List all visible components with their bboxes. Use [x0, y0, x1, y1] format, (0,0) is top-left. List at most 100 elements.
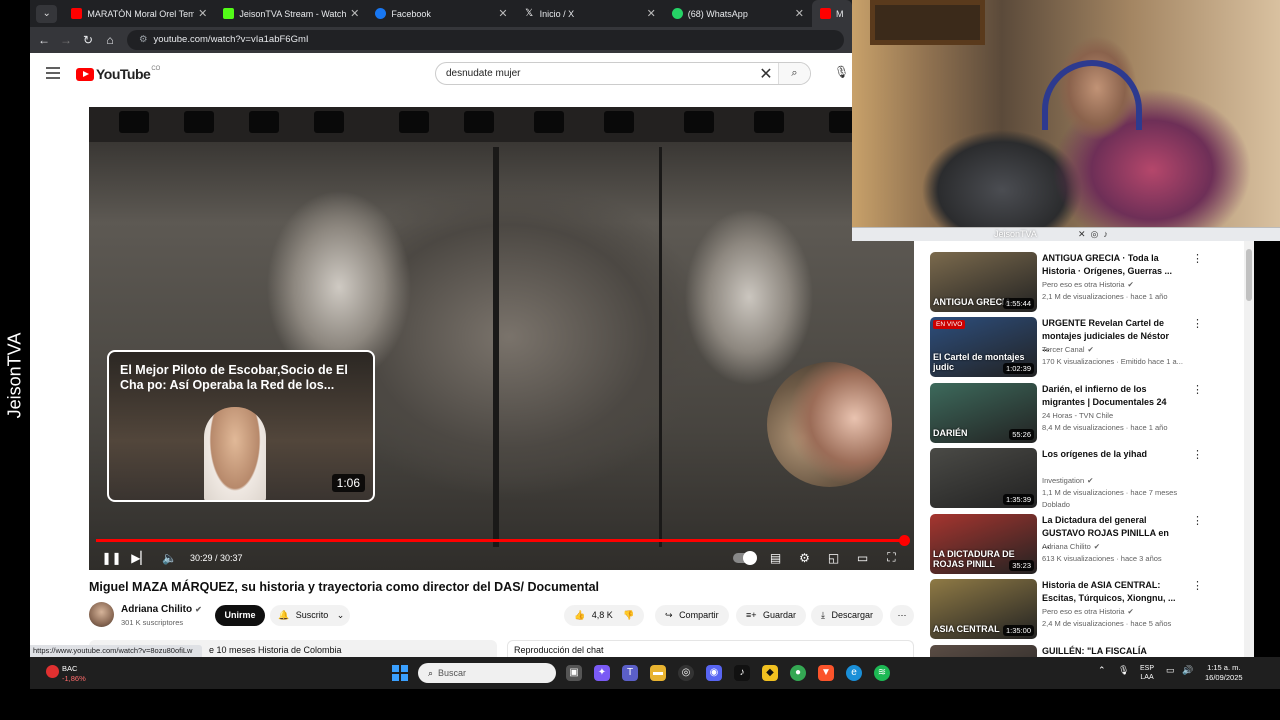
copilot-icon[interactable]: ✦: [594, 665, 610, 681]
system-clock[interactable]: 1:15 a. m. 16/09/2025: [1205, 663, 1243, 683]
brave-icon[interactable]: ▼: [818, 665, 834, 681]
channel-name[interactable]: Investigation: [1042, 476, 1084, 485]
share-button[interactable]: ↪ Compartir: [655, 605, 729, 626]
search-input[interactable]: desnudate mujer: [436, 68, 754, 79]
settings-gear-icon[interactable]: ⚙: [790, 551, 819, 565]
recommendation-title[interactable]: Los orígenes de la yihad: [1042, 448, 1177, 461]
task-view-icon[interactable]: ▣: [566, 665, 582, 681]
forward-arrow-icon[interactable]: →: [55, 33, 77, 47]
stock-widget[interactable]: BAC -1,86%: [44, 662, 94, 684]
more-options-icon[interactable]: ⋮: [1192, 383, 1203, 396]
video-player[interactable]: El Mejor Piloto de Escobar,Socio de El C…: [89, 107, 914, 570]
more-options-icon[interactable]: ⋮: [1192, 514, 1203, 527]
browser-tab-5[interactable]: (68) WhatsApp ✕: [664, 0, 812, 27]
reload-icon[interactable]: ↻: [77, 33, 99, 47]
tiktok-icon[interactable]: ♪: [734, 665, 750, 681]
more-options-icon[interactable]: ⋮: [1192, 252, 1203, 265]
more-options-icon[interactable]: ⋮: [1192, 448, 1203, 461]
next-icon[interactable]: ▶▏: [126, 551, 155, 565]
recommendation-title[interactable]: GUILLÉN: "LA FISCALÍA: [1042, 645, 1177, 657]
more-actions-button[interactable]: ⋯: [890, 605, 914, 626]
recommendation-item[interactable]: ANTIGUA GRECIA 1:55:44 ANTIGUA GRECIA · To…: [930, 252, 1250, 314]
pause-icon[interactable]: ❚❚: [97, 551, 126, 565]
channel-avatar[interactable]: [89, 602, 114, 627]
recommendation-thumbnail[interactable]: [930, 645, 1037, 657]
channel-name[interactable]: Adriana Chilito: [121, 604, 192, 615]
voice-search-icon[interactable]: 🎙: [834, 65, 849, 79]
recommendation-item[interactable]: DARIÉN 55:26 Darién, el infierno de los mi…: [930, 383, 1250, 445]
discord-icon[interactable]: ◉: [706, 665, 722, 681]
browser-tab-3[interactable]: Facebook ✕: [367, 0, 515, 27]
chat-replay-header[interactable]: Reproducción del chat: [507, 640, 914, 657]
recommendation-title[interactable]: Darién, el infierno de los migrantes | D…: [1042, 383, 1177, 408]
close-tab-icon[interactable]: ✕: [498, 7, 507, 20]
close-tab-icon[interactable]: ✕: [795, 7, 804, 20]
close-tab-icon[interactable]: ✕: [198, 7, 207, 20]
spotify-icon[interactable]: ≋: [874, 665, 890, 681]
download-button[interactable]: ⤓ Descargar: [811, 605, 884, 626]
join-button[interactable]: Unirme: [215, 605, 265, 626]
channel-name[interactable]: 24 Horas - TVN Chile: [1042, 411, 1113, 420]
network-icon[interactable]: ▭: [1166, 665, 1175, 676]
recommendation-item[interactable]: LA DICTADURA DE ROJAS PINILL 35:23 La Dict…: [930, 514, 1250, 576]
volume-icon[interactable]: 🔈: [155, 551, 184, 565]
search-button[interactable]: ⌕: [778, 63, 810, 84]
recommendation-thumbnail[interactable]: ANTIGUA GRECIA 1:55:44: [930, 252, 1037, 312]
close-tab-icon[interactable]: ✕: [647, 7, 656, 20]
input-language[interactable]: ESP LAA: [1140, 664, 1154, 682]
channel-name[interactable]: Pero eso es otra Historia: [1042, 280, 1125, 289]
file-explorer-icon[interactable]: ▬: [650, 665, 666, 681]
page-scrollbar[interactable]: [1244, 241, 1254, 657]
site-info-icon[interactable]: ⚙: [139, 34, 148, 45]
chrome-icon[interactable]: ●: [790, 665, 806, 681]
browser-tab-6-active[interactable]: Migu: [812, 0, 852, 27]
save-button[interactable]: ≡+ Guardar: [736, 605, 807, 626]
more-options-icon[interactable]: ⋮: [1192, 317, 1203, 330]
subtitles-icon[interactable]: ▤: [761, 551, 790, 565]
recommendation-thumbnail[interactable]: LA DICTADURA DE ROJAS PINILL 35:23: [930, 514, 1037, 574]
recommendation-item[interactable]: EN VIVO El Cartel de montajes judic 1:02:3…: [930, 317, 1250, 379]
theater-mode-icon[interactable]: ▭: [848, 551, 877, 565]
youtube-logo[interactable]: YouTube CO: [76, 66, 160, 82]
thumbs-up-icon[interactable]: 👍: [574, 610, 585, 620]
obs-icon[interactable]: ◎: [678, 665, 694, 681]
close-tab-icon[interactable]: ✕: [350, 7, 359, 20]
recommendation-thumbnail[interactable]: DARIÉN 55:26: [930, 383, 1037, 443]
autoplay-toggle[interactable]: [733, 550, 757, 565]
recommendation-thumbnail[interactable]: EN VIVO El Cartel de montajes judic 1:02:3…: [930, 317, 1037, 377]
recommendation-title[interactable]: ANTIGUA GRECIA · Toda la Historia · Oríg…: [1042, 252, 1177, 277]
scrollbar-thumb[interactable]: [1246, 249, 1252, 301]
recommendation-item[interactable]: ASIA CENTRAL 1:35:00 Historia de ASIA CENT…: [930, 579, 1250, 641]
microphone-icon[interactable]: 🎙: [1118, 665, 1129, 676]
menu-hamburger-icon[interactable]: [46, 67, 60, 79]
windows-start-icon[interactable]: [392, 665, 408, 681]
channel-name[interactable]: Adriana Chilito: [1042, 542, 1091, 551]
recommendation-thumbnail[interactable]: 1:35:39: [930, 448, 1037, 508]
channel-name[interactable]: Tercer Canal: [1042, 345, 1085, 354]
recommendation-title[interactable]: Historia de ASIA CENTRAL: Escitas, Túrqu…: [1042, 579, 1177, 604]
tray-chevron-up-icon[interactable]: ⌃: [1098, 665, 1106, 676]
browser-tab-1[interactable]: MARATÓN Moral Orel Temp. 2 ✕: [63, 0, 215, 27]
browser-tab-4[interactable]: 𝕏 Inicio / X ✕: [516, 0, 664, 27]
subscribed-button[interactable]: 🔔 Suscrito ⌄: [270, 605, 350, 626]
edge-icon[interactable]: e: [846, 665, 862, 681]
recommendation-item[interactable]: GUILLÉN: "LA FISCALÍA: [930, 645, 1250, 657]
more-options-icon[interactable]: ⋮: [1192, 579, 1203, 592]
home-icon[interactable]: ⌂: [99, 33, 121, 47]
teams-icon[interactable]: T: [622, 665, 638, 681]
tab-search-menu-button[interactable]: ⌄: [36, 4, 58, 23]
miniplayer-icon[interactable]: ◱: [819, 551, 848, 565]
thumbs-down-icon[interactable]: 👎: [623, 610, 634, 620]
fullscreen-icon[interactable]: ⛶: [877, 550, 906, 565]
url-field[interactable]: ⚙ youtube.com/watch?v=vIa1abF6GmI: [127, 30, 844, 50]
recommendation-thumbnail[interactable]: ASIA CENTRAL 1:35:00: [930, 579, 1037, 639]
recommendation-item[interactable]: 1:35:39 Los orígenes de la yihad Investiga…: [930, 448, 1250, 510]
clear-search-icon[interactable]: ✕: [754, 64, 778, 84]
app-icon[interactable]: ◆: [762, 665, 778, 681]
channel-name[interactable]: Pero eso es otra Historia: [1042, 607, 1125, 616]
back-arrow-icon[interactable]: ←: [33, 33, 55, 47]
taskbar-search[interactable]: ⌕ Buscar: [418, 663, 556, 683]
like-count[interactable]: 4,8 K: [592, 610, 613, 620]
progress-bar[interactable]: [96, 535, 910, 546]
volume-icon[interactable]: 🔊: [1182, 665, 1193, 676]
